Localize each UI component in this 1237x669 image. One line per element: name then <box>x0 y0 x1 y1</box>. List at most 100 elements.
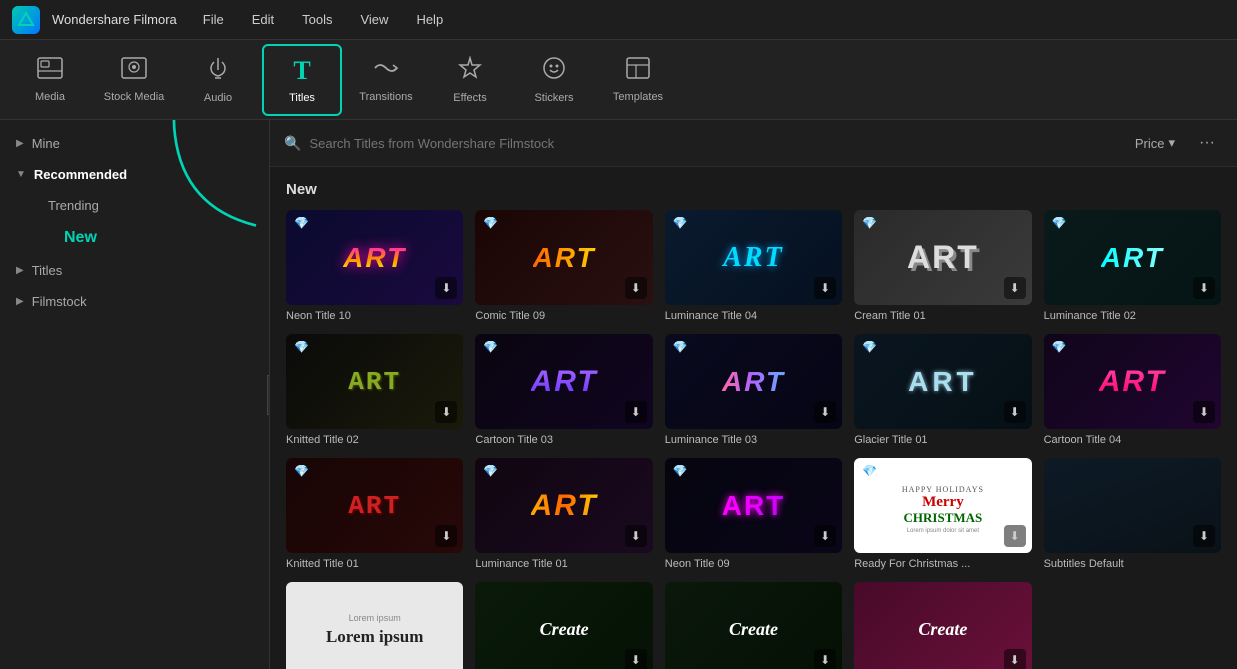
tile-cartoon-title-03[interactable]: 💎 ART ⬇ Cartoon Title 03 <box>475 334 652 446</box>
tile-neon-title-09[interactable]: 💎 ART ⬇ Neon Title 09 <box>665 458 842 570</box>
tile-label: Neon Title 10 <box>286 310 463 322</box>
tool-effects-label: Effects <box>453 92 486 104</box>
download-button[interactable]: ⬇ <box>435 401 457 423</box>
tool-audio[interactable]: Audio <box>178 44 258 116</box>
download-button[interactable]: ⬇ <box>1004 649 1026 669</box>
tile-cartoon-title-04[interactable]: 💎 ART ⬇ Cartoon Title 04 <box>1044 334 1221 446</box>
tool-audio-label: Audio <box>204 92 232 104</box>
stock-media-icon <box>121 57 147 85</box>
premium-badge: 💎 <box>1052 216 1066 230</box>
sidebar-titles-label: Titles <box>32 263 63 278</box>
tile-glacier-title-01[interactable]: 💎 ART ⬇ Glacier Title 01 <box>854 334 1031 446</box>
art-text: ART <box>722 366 785 398</box>
tile-luminance-title-04[interactable]: 💎 ART ⬇ Luminance Title 04 <box>665 210 842 322</box>
tile-label: Luminance Title 02 <box>1044 310 1221 322</box>
sidebar-section-recommended[interactable]: ▼ Recommended <box>0 159 269 190</box>
tile-ready-christmas[interactable]: 💎 HAPPY HOLIDAYS Merry CHRISTMAS Lorem i… <box>854 458 1031 570</box>
sidebar-sub-recommended: Trending New <box>0 190 269 255</box>
tool-titles[interactable]: T Titles <box>262 44 342 116</box>
create-label: Create <box>918 619 967 640</box>
more-button[interactable]: ··· <box>1191 130 1223 156</box>
download-button[interactable]: ⬇ <box>814 525 836 547</box>
download-button[interactable]: ⬇ <box>814 401 836 423</box>
download-button[interactable]: ⬇ <box>435 277 457 299</box>
download-button[interactable]: ⬇ <box>625 277 647 299</box>
tile-knitted-title-01[interactable]: 💎 ART ⬇ Knitted Title 01 <box>286 458 463 570</box>
sidebar-collapse-btn[interactable]: ‹ <box>267 375 270 415</box>
tile-label: Cream Title 01 <box>854 310 1031 322</box>
new-label: New <box>64 229 97 246</box>
tile-create-pink[interactable]: Create ⬇ Create <box>854 582 1031 669</box>
tile-lorem-ipsum[interactable]: Lorem ipsum Lorem ipsum Lorem Ipsum <box>286 582 463 669</box>
art-text: ART <box>531 489 598 523</box>
tool-effects[interactable]: Effects <box>430 44 510 116</box>
download-button[interactable]: ⬇ <box>814 649 836 669</box>
tool-stock-media[interactable]: Stock Media <box>94 44 174 116</box>
christmas-word: CHRISTMAS <box>902 510 984 526</box>
sidebar-item-trending[interactable]: Trending <box>32 190 269 221</box>
tiles-container: New 💎 ART ⬇ Neon Title 10 💎 ART <box>270 167 1237 669</box>
christmas-merry: Merry <box>902 494 984 511</box>
sidebar-item-titles[interactable]: ▶ Titles <box>0 255 269 286</box>
download-button[interactable]: ⬇ <box>814 277 836 299</box>
art-text: ART <box>1101 242 1164 274</box>
templates-icon <box>626 57 650 85</box>
menu-edit[interactable]: Edit <box>246 8 280 31</box>
lorem-main-text: Lorem ipsum <box>326 627 423 647</box>
tool-templates[interactable]: Templates <box>598 44 678 116</box>
menu-view[interactable]: View <box>354 8 394 31</box>
tile-luminance-title-01[interactable]: 💎 ART ⬇ Luminance Title 01 <box>475 458 652 570</box>
download-button[interactable]: ⬇ <box>1004 277 1026 299</box>
art-text: ART <box>908 366 978 398</box>
sidebar-item-filmstock[interactable]: ▶ Filmstock <box>0 286 269 317</box>
download-button[interactable]: ⬇ <box>1193 525 1215 547</box>
menu-tools[interactable]: Tools <box>296 8 338 31</box>
mine-caret: ▶ <box>16 138 24 149</box>
tile-luminance-title-03[interactable]: 💎 ART ⬇ Luminance Title 03 <box>665 334 842 446</box>
download-button[interactable]: ⬇ <box>1193 277 1215 299</box>
tool-media-label: Media <box>35 91 65 103</box>
tool-transitions[interactable]: Transitions <box>346 44 426 116</box>
tile-knitted-title-02[interactable]: 💎 ART ⬇ Knitted Title 02 <box>286 334 463 446</box>
download-button[interactable]: ⬇ <box>1004 401 1026 423</box>
sort-chevron-icon: ▾ <box>1168 135 1175 151</box>
tile-neon-title-10[interactable]: 💎 ART ⬇ Neon Title 10 <box>286 210 463 322</box>
tile-comic-title-09[interactable]: 💎 ART ⬇ Comic Title 09 <box>475 210 652 322</box>
stickers-icon <box>542 56 566 86</box>
tool-stickers[interactable]: Stickers <box>514 44 594 116</box>
tool-stock-label: Stock Media <box>104 91 165 103</box>
premium-badge: 💎 <box>862 216 876 230</box>
tool-media[interactable]: Media <box>10 44 90 116</box>
download-button[interactable]: ⬇ <box>435 525 457 547</box>
tile-luminance-title-02[interactable]: 💎 ART ⬇ Luminance Title 02 <box>1044 210 1221 322</box>
premium-badge: 💎 <box>483 216 497 230</box>
art-text: ART <box>343 242 406 274</box>
transitions-icon <box>373 57 399 85</box>
tile-label: Luminance Title 03 <box>665 434 842 446</box>
download-button[interactable]: ⬇ <box>625 401 647 423</box>
content-area: 🔍 Price ▾ ··· New 💎 ART ⬇ Neon Title 10 <box>270 120 1237 669</box>
effects-icon <box>458 56 482 86</box>
premium-badge: 💎 <box>483 340 497 354</box>
tiles-grid: 💎 ART ⬇ Neon Title 10 💎 ART ⬇ Comic Titl… <box>286 210 1221 669</box>
tile-subtitles-default[interactable]: ⬇ Subtitles Default <box>1044 458 1221 570</box>
search-input[interactable] <box>309 136 1118 151</box>
premium-badge: 💎 <box>862 464 876 478</box>
tile-create-dark[interactable]: Create ⬇ Create <box>475 582 652 669</box>
art-text: ART <box>907 239 979 276</box>
sidebar-recommended-label: Recommended <box>34 167 127 182</box>
search-icon: 🔍 <box>284 135 301 152</box>
premium-badge: 💎 <box>294 464 308 478</box>
download-button[interactable]: ⬇ <box>625 649 647 669</box>
menu-help[interactable]: Help <box>410 8 449 31</box>
download-button[interactable]: ⬇ <box>1004 525 1026 547</box>
menu-file[interactable]: File <box>197 8 230 31</box>
tile-cream-title-01[interactable]: 💎 ART ⬇ Cream Title 01 <box>854 210 1031 322</box>
sidebar-item-mine[interactable]: ▶ Mine <box>0 128 269 159</box>
tile-create-dark2[interactable]: Create ⬇ Create <box>665 582 842 669</box>
sidebar-item-new[interactable]: New <box>32 221 269 255</box>
app-logo <box>12 6 40 34</box>
sort-button[interactable]: Price ▾ <box>1127 131 1183 155</box>
download-button[interactable]: ⬇ <box>625 525 647 547</box>
download-button[interactable]: ⬇ <box>1193 401 1215 423</box>
